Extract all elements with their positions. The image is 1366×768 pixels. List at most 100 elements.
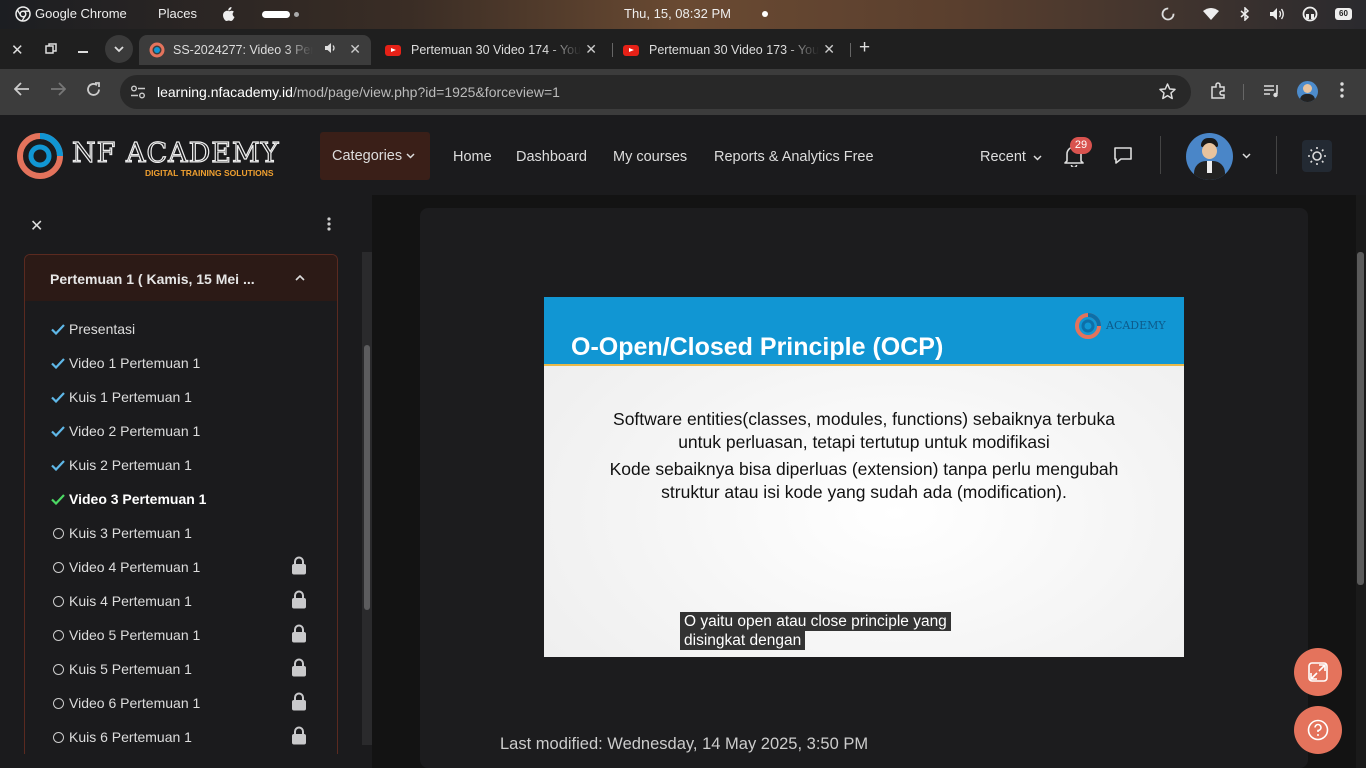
activity-item[interactable]: Kuis 3 Pertemuan 1 [51,523,192,543]
page-scrollbar-thumb[interactable] [1357,252,1364,585]
brand-name: NF ACADEMY [71,137,280,169]
close-drawer-icon[interactable]: ✕ [30,216,43,236]
activity-item[interactable]: Video 1 Pertemuan 1 [51,353,200,373]
recent-label: Recent [980,149,1026,165]
theme-toggle-button[interactable] [1302,140,1332,172]
activity-item[interactable]: Video 3 Pertemuan 1 [51,489,206,509]
activity-item[interactable]: Video 6 Pertemuan 1 [51,692,306,713]
wifi-icon[interactable] [1203,8,1219,20]
categories-button[interactable]: Categories [320,132,430,180]
media-control-icon[interactable] [1263,84,1280,103]
lock-icon [291,556,307,578]
tab-search-button[interactable] [105,35,133,63]
lock-icon [291,624,307,646]
site-info-icon[interactable] [130,85,146,102]
window-minimize-icon[interactable] [78,51,88,53]
profile-avatar[interactable] [1297,81,1318,102]
expand-button[interactable] [1294,648,1342,696]
activity-item[interactable]: Presentasi [51,319,135,339]
activity-label: Kuis 4 Pertemuan 1 [69,593,192,609]
activity-item[interactable]: Video 4 Pertemuan 1 [51,556,306,577]
activity-label: Kuis 5 Pertemuan 1 [69,661,192,677]
video-player[interactable]: ACADEMY O-Open/Closed Principle (OCP) So… [544,297,1184,657]
volume-icon[interactable] [1269,7,1285,21]
activity-item[interactable]: Kuis 2 Pertemuan 1 [51,455,192,475]
nav-dashboard[interactable]: Dashboard [516,149,587,165]
user-menu-chevron-icon[interactable] [1242,153,1251,159]
chrome-menu-icon[interactable] [1340,82,1344,98]
check-icon [51,493,65,505]
activity-item[interactable]: Kuis 4 Pertemuan 1 [51,590,306,611]
activity-item[interactable]: Kuis 5 Pertemuan 1 [51,658,306,679]
lock-icon [291,590,307,612]
section-header[interactable]: Pertemuan 1 ( Kamis, 15 Mei ... [25,255,337,301]
workspace-indicator[interactable] [294,12,299,17]
check-icon [51,357,65,369]
back-icon[interactable] [13,82,30,101]
activity-item[interactable]: Video 5 Pertemuan 1 [51,624,306,645]
recent-menu[interactable]: Recent [980,149,1042,165]
section-title: Pertemuan 1 ( Kamis, 15 Mei ... [50,271,255,287]
clock[interactable]: Thu, 15, 08:32 PM [624,6,731,21]
url-domain: learning.nfacademy.id [157,84,293,100]
workspace-indicator-active[interactable] [262,11,290,18]
speaker-icon[interactable] [324,42,337,57]
headset-icon[interactable] [1302,6,1318,22]
reload-icon[interactable] [86,82,101,102]
url-path: /mod/page/view.php?id=1925&forceview=1 [292,84,560,100]
tab-active[interactable]: SS-2024277: Video 3 Pertemuan 1 ✕ [139,35,371,65]
os-top-bar: Google Chrome Places Thu, 15, 08:32 PM 6… [0,0,1366,29]
window-close-icon[interactable]: ✕ [11,41,24,59]
activity-item[interactable]: Video 2 Pertemuan 1 [51,421,200,441]
nav-reports[interactable]: Reports & Analytics Free [714,149,874,165]
forward-icon[interactable] [50,82,67,101]
user-avatar[interactable] [1186,133,1233,180]
tab-close-icon[interactable]: ✕ [349,41,361,58]
incomplete-circle-icon [51,731,65,743]
battery-icon[interactable]: 60 [1335,8,1352,20]
more-options-icon[interactable] [327,217,331,236]
drawer-scrollbar-thumb[interactable] [364,345,370,610]
check-icon [51,323,65,335]
site-navbar: NF ACADEMY DIGITAL TRAINING SOLUTIONS Ca… [0,115,1366,195]
site-logo[interactable]: NF ACADEMY DIGITAL TRAINING SOLUTIONS [16,132,280,180]
apple-icon[interactable] [223,7,235,21]
help-button[interactable] [1294,706,1342,754]
chrome-icon[interactable] [15,6,31,22]
chevron-down-icon [406,153,415,159]
activity-item[interactable]: Kuis 1 Pertemuan 1 [51,387,192,407]
activity-item[interactable]: Kuis 6 Pertemuan 1 [51,726,306,747]
check-icon [51,425,65,437]
bluetooth-icon[interactable] [1240,7,1250,21]
slide-logo-icon [1074,312,1102,345]
youtube-icon [385,44,401,56]
course-index-drawer: ✕ Pertemuan 1 ( Kamis, 15 Mei ... Presen… [0,195,372,768]
tab-youtube-173[interactable]: Pertemuan 30 Video 173 - YouTube ✕ [613,35,845,65]
extensions-icon[interactable] [1209,82,1227,105]
url-text[interactable]: learning.nfacademy.id/mod/page/view.php?… [157,84,560,100]
check-icon [51,459,65,471]
app-name[interactable]: Google Chrome [35,6,127,21]
notification-count-badge: 29 [1070,137,1092,154]
navbar-divider [1276,136,1277,174]
window-restore-icon[interactable] [45,42,57,60]
activity-label: Kuis 2 Pertemuan 1 [69,457,192,473]
nav-home[interactable]: Home [453,149,492,165]
toolbar-divider [1243,84,1244,100]
bookmark-star-icon[interactable] [1159,83,1176,103]
nav-my-courses[interactable]: My courses [613,149,687,165]
sync-icon[interactable] [1161,7,1175,21]
tab-close-icon[interactable]: ✕ [585,41,597,58]
activity-label: Kuis 1 Pertemuan 1 [69,389,192,405]
nf-logo-icon [17,133,63,179]
activity-label: Video 5 Pertemuan 1 [69,627,201,643]
sun-icon [1308,147,1326,165]
places-menu[interactable]: Places [158,6,197,21]
tab-title: SS-2024277: Video 3 Pertemuan 1 [173,43,313,57]
new-tab-icon[interactable]: + [859,37,870,59]
tab-close-icon[interactable]: ✕ [823,41,835,58]
tab-youtube-174[interactable]: Pertemuan 30 Video 174 - YouTube ✕ [375,35,607,65]
messages-icon[interactable] [1113,146,1133,170]
address-bar[interactable]: learning.nfacademy.id/mod/page/view.php?… [120,75,1191,109]
slide-text-line: untuk perluasan, tetapi tertutup untuk m… [678,432,1050,452]
